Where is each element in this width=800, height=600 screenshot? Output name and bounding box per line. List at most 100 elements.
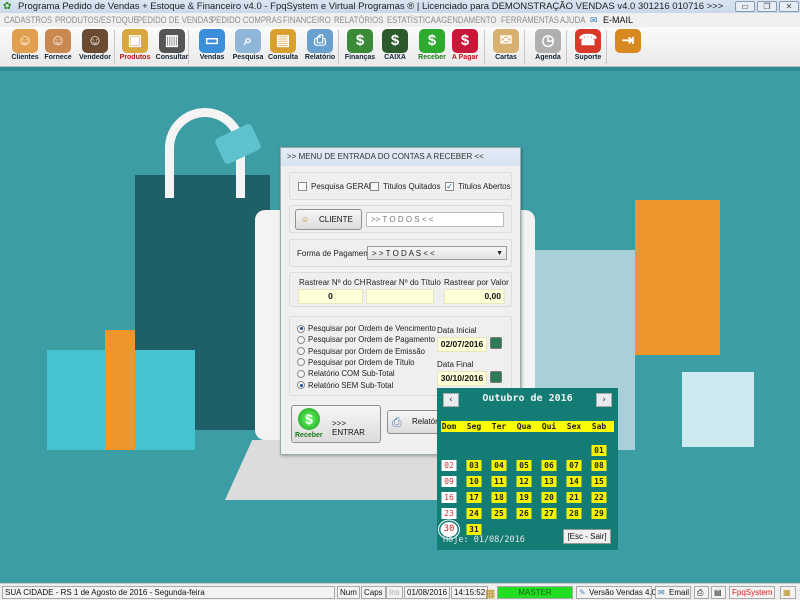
data-inicial-input[interactable]: 02/07/2016: [437, 337, 487, 352]
toolbar-label: Pesquisa: [232, 54, 264, 61]
toolbar-sair-button[interactable]: ⇥: [609, 29, 647, 65]
cliente-field[interactable]: >> T O D O S < <: [366, 212, 504, 227]
calendar-day[interactable]: 28: [566, 508, 582, 519]
toolbar-vendas-button[interactable]: ▭ Vendas: [193, 29, 231, 65]
menu-estatistica[interactable]: ESTATÍSTICA: [387, 13, 436, 27]
ordem-radio[interactable]: Relatório COM Sub-Total: [297, 369, 395, 378]
cliente-button[interactable]: ☺ CLIENTE: [295, 209, 362, 230]
checkbox-box[interactable]: [298, 182, 307, 191]
calendar-icon[interactable]: [490, 337, 502, 349]
email-status-button[interactable]: ✉ Email: [655, 586, 691, 599]
printer-icon[interactable]: ⎙: [694, 586, 709, 599]
restore-button[interactable]: ❐: [757, 1, 777, 12]
calendar-day[interactable]: 08: [591, 460, 607, 471]
calendar-day[interactable]: 23: [441, 508, 457, 519]
calendar-day[interactable]: 02: [441, 460, 457, 471]
calendar-day[interactable]: 18: [491, 492, 507, 503]
menu-pedido-vendas[interactable]: PEDIDO DE VENDAS: [137, 13, 214, 27]
check-icon[interactable]: ✓: [445, 182, 454, 191]
toolbar-produtos-button[interactable]: ▣ Produtos: [116, 29, 154, 65]
data-final-input[interactable]: 30/10/2016: [437, 371, 487, 386]
toolbar-vendedor-button[interactable]: ☺ Vendedor: [76, 29, 114, 65]
radio-button[interactable]: [297, 335, 305, 344]
calendar-day[interactable]: 12: [516, 476, 532, 487]
calendar-day[interactable]: 29: [591, 508, 607, 519]
ordem-radio[interactable]: Pesquisar por Ordem de Vencimento: [297, 324, 436, 333]
toolbar-agenda-button[interactable]: ◷ Agenda: [529, 29, 567, 65]
toolbar-a-pagar-button[interactable]: $ A Pagar: [446, 29, 484, 65]
calendar-day[interactable]: 15: [591, 476, 607, 487]
calendar-day[interactable]: 07: [566, 460, 582, 471]
today-label: Hoje: 01/08/2016: [443, 535, 525, 545]
toolbar-label: Consulta: [268, 54, 298, 61]
calendar-day[interactable]: 06: [541, 460, 557, 471]
radio-button[interactable]: [297, 347, 305, 356]
menu-ferramentas[interactable]: FERRAMENTAS: [501, 13, 559, 27]
calendar-day[interactable]: 13: [541, 476, 557, 487]
calendar-day[interactable]: 25: [491, 508, 507, 519]
radio-button[interactable]: [297, 358, 305, 367]
ordem-radio[interactable]: Pesquisar por Ordem de Emissão: [297, 347, 425, 356]
toolbar-consultar-button[interactable]: ▥ Consultar: [153, 29, 191, 65]
ordem-radio[interactable]: Pesquisar por Ordem de Título: [297, 358, 414, 367]
calendar-day[interactable]: 05: [516, 460, 532, 471]
titulos-quitados-checkbox[interactable]: Titulos Quitados: [370, 182, 441, 191]
calendar-day[interactable]: 01: [591, 445, 607, 456]
calendar-day[interactable]: 24: [466, 508, 482, 519]
toolbar-fornece-button[interactable]: ☺ Fornece: [39, 29, 77, 65]
ordem-radio[interactable]: Relatório SEM Sub-Total: [297, 381, 393, 390]
esc-exit-button[interactable]: [Esc - Sair]: [563, 529, 611, 544]
menu-produtos-estoque[interactable]: PRODUTOS/ESTOQUE: [55, 13, 139, 27]
toolbar-suporte-button[interactable]: ☎ Suporte: [569, 29, 607, 65]
radio-button[interactable]: [297, 324, 305, 333]
rastrear-ch-input[interactable]: 0: [298, 289, 363, 304]
next-month-button[interactable]: ›: [596, 393, 612, 407]
calendar-day[interactable]: 26: [516, 508, 532, 519]
toolbar-finan-as-button[interactable]: $ Finanças: [341, 29, 379, 65]
menu-agendamento[interactable]: AGENDAMENTO: [436, 13, 496, 27]
toolbar-caixa-button[interactable]: $ CAIXA: [376, 29, 414, 65]
radio-button[interactable]: [297, 381, 305, 389]
forma-pagamento-select[interactable]: > > T O D A S < < ▼: [367, 246, 507, 260]
menu-relatorios[interactable]: RELATÓRIOS: [334, 13, 383, 27]
checkbox-box[interactable]: [370, 182, 379, 191]
calculator-icon[interactable]: ▤: [711, 586, 726, 599]
calendar-day[interactable]: 31: [466, 524, 482, 535]
menu-pedido-compras[interactable]: PEDIDO COMPRAS: [211, 13, 282, 27]
rastrear-valor-input[interactable]: 0,00: [444, 289, 505, 304]
rastrear-titulo-input[interactable]: [366, 289, 434, 304]
status-date: 01/08/2016: [404, 586, 451, 599]
calendar-day[interactable]: 27: [541, 508, 557, 519]
menu-cadastros[interactable]: CADASTROS: [4, 13, 52, 27]
toolbar-separator: [114, 30, 115, 64]
calendar-day[interactable]: 21: [566, 492, 582, 503]
calendar-day[interactable]: 19: [516, 492, 532, 503]
toolbar-label: Consultar: [155, 54, 189, 61]
calendar-day[interactable]: 14: [566, 476, 582, 487]
toolbar-relat-rio-button[interactable]: ⎙ Relatório: [301, 29, 339, 65]
pesquisa-geral-checkbox[interactable]: Pesquisa GERAL: [298, 182, 373, 191]
titulos-abertos-checkbox[interactable]: ✓ Titulos Abertos: [445, 182, 511, 191]
calendar-day[interactable]: 17: [466, 492, 482, 503]
menu-ajuda[interactable]: AJUDA: [560, 13, 585, 27]
close-button[interactable]: ✕: [779, 1, 799, 12]
toolbar-pesquisa-button[interactable]: ⌕ Pesquisa: [229, 29, 267, 65]
calendar-day[interactable]: 03: [466, 460, 482, 471]
menu-email[interactable]: E-MAIL: [603, 13, 633, 27]
calendar-day[interactable]: 09: [441, 476, 457, 487]
calendar-day[interactable]: 20: [541, 492, 557, 503]
toolbar-cartas-button[interactable]: ✉ Cartas: [487, 29, 525, 65]
entrar-button[interactable]: $ Receber >>> ENTRAR: [291, 405, 381, 443]
calendar-day[interactable]: 04: [491, 460, 507, 471]
calendar-icon[interactable]: [490, 371, 502, 383]
radio-button[interactable]: [297, 369, 305, 378]
minimize-button[interactable]: ▭: [735, 1, 755, 12]
toolbar-consulta-button[interactable]: ▤ Consulta: [264, 29, 302, 65]
calendar-day[interactable]: 22: [591, 492, 607, 503]
calendar-day[interactable]: 16: [441, 492, 457, 503]
toolbar-label: Vendedor: [79, 54, 111, 61]
menu-financeiro[interactable]: FINANCEIRO: [283, 13, 331, 27]
ordem-radio[interactable]: Pesquisar por Ordem de Pagamento: [297, 335, 435, 344]
calendar-day[interactable]: 10: [466, 476, 482, 487]
calendar-day[interactable]: 11: [491, 476, 507, 487]
